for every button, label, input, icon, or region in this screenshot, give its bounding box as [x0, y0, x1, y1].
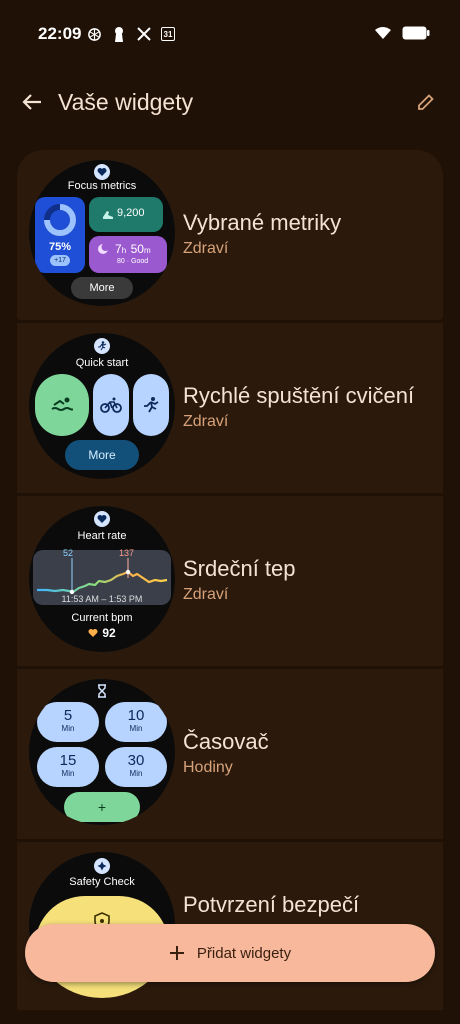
status-time: 22:09: [38, 24, 82, 43]
keyhole-icon: [111, 26, 127, 42]
add-widgets-button[interactable]: Přidat widgety: [25, 924, 435, 982]
timer-5: 5 Min: [37, 702, 99, 742]
more-button: More: [65, 440, 139, 470]
sleep-duration: 7h 50m: [115, 242, 151, 256]
steps-tile: 9,200: [89, 197, 163, 232]
watch-preview: Focus metrics 75% +17 9,200 7h 50m 80 · …: [29, 160, 175, 306]
widget-category: Zdraví: [183, 586, 229, 603]
hr-max-value: 137: [119, 548, 135, 558]
widget-title: Srdeční tep: [183, 556, 296, 581]
bike-icon: [100, 397, 122, 413]
system-icons: [374, 26, 430, 45]
hr-time-range: 11:53 AM – 1:53 PM: [61, 594, 143, 604]
steps-value: 9,200: [117, 207, 145, 219]
widget-item-timer[interactable]: 5 Min 10 Min 15 Min 30 Min + Časovač Hod…: [17, 669, 443, 839]
heart-filled-icon: [88, 629, 98, 637]
widget-item-focus-metrics[interactable]: Focus metrics 75% +17 9,200 7h 50m 80 · …: [17, 150, 443, 320]
swim-icon: [51, 397, 73, 411]
page-title: Vaše widgety: [58, 89, 194, 115]
widget-category: Zdraví: [183, 413, 229, 430]
heart-icon: [94, 511, 110, 527]
ring-value: 75%: [48, 241, 72, 253]
hourglass-icon: [95, 684, 109, 698]
x-icon: [136, 26, 152, 42]
shoe-icon: [102, 208, 114, 220]
watch-preview: Heart rate 52 137 11:53 AM – 1:53 PM Cur…: [29, 506, 175, 652]
add-widgets-label: Přidat widgety: [196, 944, 292, 962]
back-button[interactable]: [14, 84, 50, 120]
sleep-note: 80 · Good: [117, 258, 149, 265]
preview-label: Safety Check: [69, 876, 135, 888]
widget-title: Rychlé spuštění cvičení: [183, 383, 415, 408]
ring-tile: 75% +17: [35, 197, 85, 273]
widget-category: Hodiny: [183, 759, 233, 776]
sleep-tile: 7h 50m 80 · Good: [89, 236, 167, 273]
widget-title: Časovač: [183, 729, 269, 754]
current-bpm: 92: [29, 626, 175, 640]
run-icon: [144, 397, 159, 413]
calendar-icon: 31: [161, 27, 175, 41]
back-arrow-icon: [22, 94, 41, 110]
battery-icon: [402, 26, 430, 45]
run-tile: [133, 374, 169, 436]
preview-label: Quick start: [75, 357, 129, 369]
widget-item-heart-rate[interactable]: Heart rate 52 137 11:53 AM – 1:53 PM Cur…: [17, 496, 443, 666]
plus-icon: [169, 946, 184, 960]
current-bpm-label: Current bpm: [71, 612, 133, 624]
run-icon: [94, 338, 110, 354]
top-app-bar: Vaše widgety: [0, 78, 460, 126]
ring-badge: +17: [50, 255, 70, 266]
notification-icons: 31: [86, 26, 175, 42]
preview-label: Focus metrics: [67, 180, 137, 192]
timer-30: 30 Min: [105, 747, 167, 787]
current-bpm-value: 92: [102, 626, 116, 640]
edit-pencil-icon: [418, 94, 434, 110]
widget-category: Zdraví: [183, 240, 229, 257]
watch-preview: Quick start More: [29, 333, 175, 479]
add-timer-button: +: [64, 792, 140, 822]
widget-list: Focus metrics 75% +17 9,200 7h 50m 80 · …: [17, 150, 443, 1010]
widget-title: Vybrané metriky: [183, 210, 342, 235]
widget-item-quick-start[interactable]: Quick start More Rychlé spuštění cvičení…: [17, 323, 443, 493]
widget-title: Potvrzení bezpečí: [183, 892, 360, 917]
bike-tile: [93, 374, 129, 436]
safety-icon: [94, 858, 110, 874]
timer-15: 15 Min: [37, 747, 99, 787]
swim-tile: [35, 374, 89, 436]
heart-icon: [94, 164, 110, 180]
progress-ring-icon: [44, 204, 76, 236]
hr-min-value: 52: [63, 548, 74, 558]
openai-icon: [86, 26, 102, 42]
wifi-icon: [374, 26, 392, 45]
moon-icon: [97, 242, 110, 254]
edit-button[interactable]: [408, 84, 444, 120]
status-bar: 22:09 31: [0, 0, 460, 68]
timer-10: 10 Min: [105, 702, 167, 742]
preview-label: Heart rate: [77, 530, 127, 542]
watch-preview: 5 Min 10 Min 15 Min 30 Min +: [29, 679, 175, 825]
more-button: More: [71, 277, 133, 299]
